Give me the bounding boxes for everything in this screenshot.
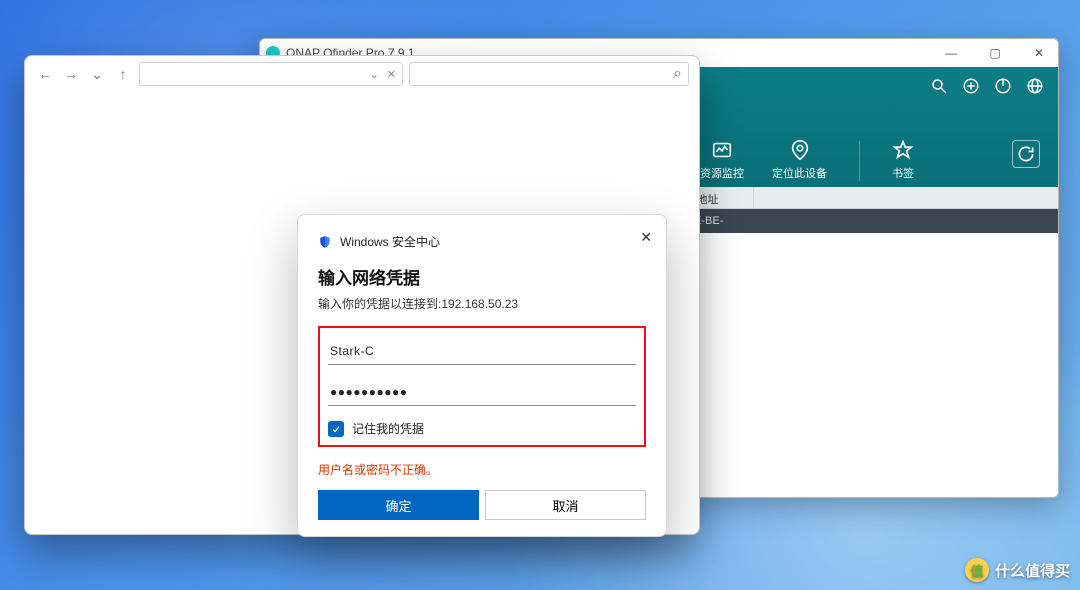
- address-clear-icon[interactable]: ✕: [387, 68, 396, 81]
- tab-label: 定位此设备: [772, 165, 827, 181]
- dialog-buttons: 确定 取消: [318, 490, 646, 520]
- username-field[interactable]: [328, 338, 636, 365]
- password-field[interactable]: [328, 379, 636, 406]
- search-icon: ⌕: [673, 65, 682, 83]
- ok-button[interactable]: 确定: [318, 490, 479, 520]
- dialog-close-button[interactable]: ✕: [640, 229, 652, 246]
- check-icon: [328, 421, 344, 437]
- address-dropdown-icon[interactable]: ⌄: [370, 68, 379, 81]
- globe-icon[interactable]: [1026, 77, 1044, 100]
- remember-checkbox[interactable]: 记住我的凭据: [328, 420, 636, 437]
- search-icon[interactable]: [930, 77, 948, 100]
- highlight-box: 记住我的凭据: [318, 326, 646, 447]
- back-button[interactable]: ←: [35, 66, 55, 82]
- address-bar[interactable]: ⌄ ✕: [139, 62, 403, 86]
- watermark-text: 什么值得买: [995, 560, 1070, 581]
- maximize-button[interactable]: ▢: [982, 46, 1008, 60]
- watermark-badge: 值: [965, 558, 989, 582]
- recent-dropdown[interactable]: ⌄: [87, 66, 107, 83]
- dialog-subtitle: 输入你的凭据以连接到:192.168.50.23: [318, 295, 646, 312]
- shield-icon: [318, 235, 332, 249]
- up-button[interactable]: ↑: [113, 66, 133, 82]
- forward-button[interactable]: →: [61, 66, 81, 82]
- power-icon[interactable]: [994, 77, 1012, 100]
- dialog-title: 输入网络凭据: [318, 264, 646, 289]
- dialog-header-text: Windows 安全中心: [340, 233, 440, 250]
- tab-resource-monitor[interactable]: 资源监控: [700, 139, 744, 181]
- toolbar-divider: [859, 141, 860, 181]
- dialog-header: Windows 安全中心: [318, 233, 646, 250]
- cancel-button[interactable]: 取消: [485, 490, 646, 520]
- remember-label: 记住我的凭据: [352, 420, 424, 437]
- plus-circle-icon[interactable]: [962, 77, 980, 100]
- tab-label: 资源监控: [700, 165, 744, 181]
- search-box[interactable]: ⌕: [409, 62, 689, 86]
- credentials-dialog: ✕ Windows 安全中心 输入网络凭据 输入你的凭据以连接到:192.168…: [297, 214, 667, 537]
- tab-locate-device[interactable]: 定位此设备: [772, 139, 827, 181]
- close-button[interactable]: ✕: [1026, 46, 1052, 60]
- window-controls: — ▢ ✕: [938, 46, 1052, 60]
- minimize-button[interactable]: —: [938, 46, 964, 60]
- watermark: 值 什么值得买: [965, 558, 1070, 582]
- explorer-nav-bar: ← → ⌄ ↑ ⌄ ✕ ⌕: [25, 56, 699, 92]
- tab-bookmark[interactable]: 书签: [892, 139, 914, 181]
- error-message: 用户名或密码不正确。: [318, 461, 646, 478]
- tab-label: 书签: [892, 165, 914, 181]
- refresh-button[interactable]: [1012, 140, 1040, 173]
